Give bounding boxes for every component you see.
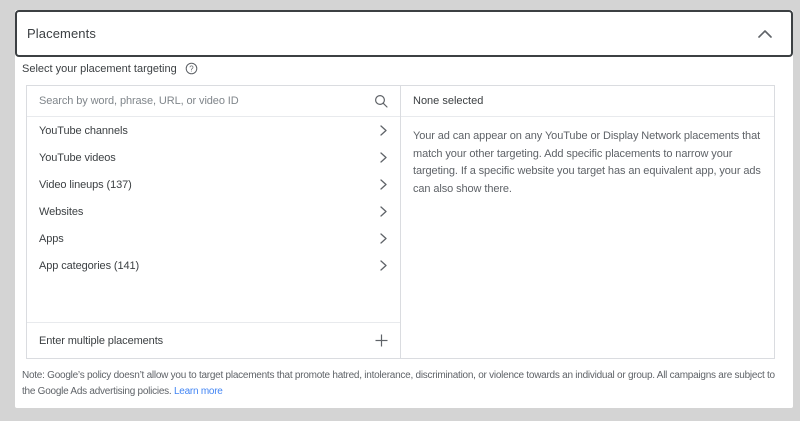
svg-text:?: ? bbox=[189, 64, 194, 73]
enter-multiple-placements-label: Enter multiple placements bbox=[39, 335, 163, 347]
category-label: App categories (141) bbox=[39, 260, 139, 272]
learn-more-link[interactable]: Learn more bbox=[174, 386, 223, 397]
subtitle-label: Select your placement targeting bbox=[22, 63, 177, 75]
category-label: Video lineups (137) bbox=[39, 179, 132, 191]
search-row bbox=[27, 86, 400, 117]
enter-multiple-placements-row[interactable]: Enter multiple placements bbox=[27, 322, 400, 358]
policy-note-text: Note: Google’s policy doesn’t allow you … bbox=[22, 370, 775, 397]
panel-title: Placements bbox=[27, 26, 96, 41]
category-label: YouTube videos bbox=[39, 152, 116, 164]
placement-picker: YouTube channels YouTube videos Video li… bbox=[26, 85, 775, 359]
policy-note: Note: Google’s policy doesn’t allow you … bbox=[22, 368, 784, 400]
search-icon bbox=[374, 94, 388, 108]
chevron-right-icon bbox=[380, 152, 387, 163]
category-row-apps[interactable]: Apps bbox=[27, 225, 400, 252]
selection-description: Your ad can appear on any YouTube or Dis… bbox=[401, 117, 774, 198]
left-panel-spacer bbox=[27, 279, 400, 322]
help-icon[interactable]: ? bbox=[185, 62, 198, 75]
category-label: Websites bbox=[39, 206, 83, 218]
chevron-right-icon bbox=[380, 206, 387, 217]
category-row-youtube-videos[interactable]: YouTube videos bbox=[27, 144, 400, 171]
chevron-right-icon bbox=[380, 233, 387, 244]
category-row-youtube-channels[interactable]: YouTube channels bbox=[27, 117, 400, 144]
picker-left-panel: YouTube channels YouTube videos Video li… bbox=[27, 86, 401, 358]
search-input[interactable] bbox=[39, 95, 366, 107]
category-label: Apps bbox=[39, 233, 64, 245]
chevron-up-icon[interactable] bbox=[758, 30, 772, 38]
picker-right-panel: None selected Your ad can appear on any … bbox=[401, 86, 774, 358]
subtitle-row: Select your placement targeting ? bbox=[22, 61, 775, 76]
plus-icon bbox=[375, 334, 388, 347]
chevron-right-icon bbox=[380, 179, 387, 190]
chevron-right-icon bbox=[380, 260, 387, 271]
chevron-right-icon bbox=[380, 125, 387, 136]
category-row-video-lineups[interactable]: Video lineups (137) bbox=[27, 171, 400, 198]
category-row-websites[interactable]: Websites bbox=[27, 198, 400, 225]
panel-header[interactable]: Placements bbox=[15, 10, 793, 57]
category-row-app-categories[interactable]: App categories (141) bbox=[27, 252, 400, 279]
selection-status: None selected bbox=[401, 86, 774, 117]
category-label: YouTube channels bbox=[39, 125, 128, 137]
placements-card: Placements Select your placement targeti… bbox=[15, 10, 793, 408]
